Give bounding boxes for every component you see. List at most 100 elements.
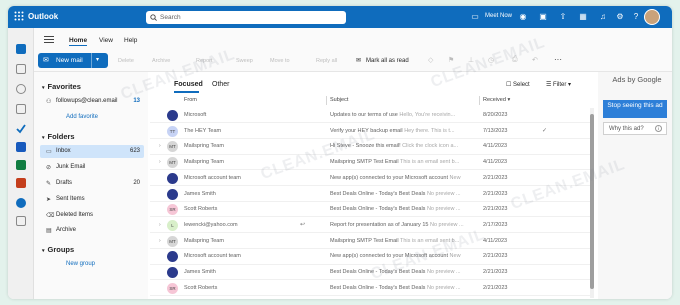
stop-seeing-ad-button[interactable]: Stop seeing this ad bbox=[603, 100, 667, 118]
message-subject: Best Deals Online - Today's Best Deals bbox=[330, 284, 426, 291]
column-subject[interactable]: Subject bbox=[330, 97, 348, 103]
folder-drafts[interactable]: ✎ Drafts 20 bbox=[40, 177, 144, 190]
tag-icon[interactable]: ◇ bbox=[428, 56, 433, 64]
gear-icon[interactable]: ⚙ bbox=[615, 12, 625, 22]
undo-icon[interactable]: ↶ bbox=[532, 56, 538, 64]
envelope-open-icon: ✉ bbox=[356, 58, 362, 64]
message-row[interactable]: › Llewencki@yahoo.com Report for presentat… bbox=[150, 218, 590, 234]
filter-button[interactable]: ☰ Filter ▾ bbox=[546, 81, 571, 88]
hamburger-icon[interactable] bbox=[44, 36, 54, 43]
trash-icon: ⌫ bbox=[46, 213, 55, 219]
user-avatar[interactable] bbox=[644, 9, 660, 25]
tab-home[interactable]: Home bbox=[69, 37, 88, 46]
reply-all-button[interactable]: Reply all bbox=[316, 58, 337, 64]
pin-icon[interactable]: ⊥ bbox=[468, 56, 474, 64]
select-button[interactable]: ☐ Select bbox=[506, 81, 530, 88]
folder-junk[interactable]: ⊘ Junk Email bbox=[40, 161, 144, 174]
calendar-icon[interactable]: ▦ bbox=[578, 12, 588, 22]
groups-header[interactable]: ▾ Groups bbox=[42, 245, 74, 254]
move-to-button[interactable]: Move to bbox=[270, 58, 290, 64]
expand-chevron-icon[interactable]: › bbox=[159, 143, 161, 149]
message-date: 4/11/2023 bbox=[483, 237, 508, 244]
print-icon[interactable]: ⎙ bbox=[512, 56, 518, 64]
avatar bbox=[167, 172, 178, 184]
teams-icon[interactable]: ◉ bbox=[518, 12, 528, 22]
excel-icon[interactable] bbox=[16, 160, 26, 170]
expand-chevron-icon[interactable]: › bbox=[159, 238, 161, 244]
favorite-item-followups[interactable]: ⚇ followups@clean.email 13 bbox=[40, 95, 144, 108]
folder-label: Sent Items bbox=[56, 196, 85, 202]
favorites-header[interactable]: ▾ Favorites bbox=[42, 82, 81, 91]
scrollbar-thumb[interactable] bbox=[590, 114, 594, 289]
report-button[interactable]: Report bbox=[196, 58, 213, 64]
message-row[interactable]: Microsoft account team New app(s) connect… bbox=[150, 171, 590, 187]
chevron-down-icon[interactable]: ▾ bbox=[96, 56, 99, 63]
video-icon[interactable]: ▭ bbox=[470, 12, 480, 22]
apps-icon[interactable] bbox=[16, 216, 26, 226]
share-icon[interactable]: ⇧ bbox=[558, 12, 568, 22]
new-mail-button[interactable]: ✉ New mail ▾ bbox=[38, 53, 108, 68]
delete-button[interactable]: Delete bbox=[118, 58, 134, 64]
more-icon[interactable]: ··· bbox=[554, 55, 562, 64]
expand-chevron-icon[interactable]: › bbox=[159, 159, 161, 165]
scrollbar[interactable] bbox=[590, 108, 594, 298]
word-rail-icon[interactable] bbox=[16, 142, 26, 152]
powerpoint-icon[interactable] bbox=[16, 178, 26, 188]
groups-icon[interactable] bbox=[16, 104, 26, 114]
word-icon[interactable]: ▣ bbox=[538, 12, 548, 22]
bell-icon[interactable]: ♫ bbox=[598, 12, 608, 22]
clock-icon[interactable]: ◷ bbox=[488, 56, 494, 64]
folders-header[interactable]: ▾ Folders bbox=[42, 132, 75, 141]
folder-sent[interactable]: ➤ Sent Items bbox=[40, 193, 144, 206]
tab-help[interactable]: Help bbox=[124, 37, 137, 44]
message-date: 4/11/2023 bbox=[483, 143, 508, 150]
add-favorite-link[interactable]: Add favorite bbox=[66, 114, 98, 120]
search-input[interactable]: Search bbox=[146, 11, 346, 24]
todo-icon[interactable] bbox=[16, 124, 26, 134]
message-row[interactable]: James Smith Best Deals Online - Today's B… bbox=[150, 265, 590, 281]
expand-chevron-icon[interactable]: › bbox=[159, 222, 161, 228]
column-from[interactable]: From bbox=[184, 97, 197, 103]
mark-all-read-button[interactable]: Mark all as read bbox=[366, 58, 409, 64]
message-subject: Best Deals Online - Today's Best Deals bbox=[330, 206, 426, 213]
sweep-button[interactable]: Sweep bbox=[236, 58, 253, 64]
message-row[interactable]: SR Scott Roberts Best Deals Online - Today… bbox=[150, 281, 590, 296]
message-row[interactable]: › MT Mailspring Team Mailspring SMTP Test E… bbox=[150, 155, 590, 171]
message-date: 2/21/2023 bbox=[483, 206, 508, 213]
message-row[interactable]: › MT Mailspring Team Hi Steve - Snooze this… bbox=[150, 139, 590, 155]
compose-icon: ✉ bbox=[43, 57, 49, 64]
message-row[interactable]: › MT Mailspring Team Mailspring SMTP Test E… bbox=[150, 234, 590, 249]
message-row[interactable]: Microsoft account team New app(s) connect… bbox=[150, 249, 590, 265]
people-icon[interactable] bbox=[16, 84, 26, 94]
message-preview: This is an email sent b... bbox=[400, 159, 460, 166]
why-this-ad-button[interactable]: Why this ad? i bbox=[603, 122, 667, 135]
column-received[interactable]: Received ▾ bbox=[483, 97, 510, 103]
message-preview: No preview ... bbox=[429, 221, 464, 228]
app-launcher-icon[interactable] bbox=[14, 11, 24, 21]
tab-view[interactable]: View bbox=[99, 37, 113, 44]
select-icon: ☐ bbox=[506, 82, 514, 88]
folder-deleted[interactable]: ⌫ Deleted Items bbox=[40, 209, 144, 222]
filter-icon: ☰ bbox=[546, 82, 554, 88]
avatar: TT bbox=[167, 125, 178, 137]
tab-focused[interactable]: Focused bbox=[174, 81, 203, 88]
message-row[interactable]: James Smith Best Deals Online - Today's B… bbox=[150, 187, 590, 202]
folder-inbox[interactable]: ▭ Inbox 623 bbox=[40, 145, 144, 158]
message-subject-line: Mailspring SMTP Test Email This is an em… bbox=[330, 238, 459, 244]
onedrive-icon[interactable] bbox=[16, 198, 26, 208]
flag-icon[interactable]: ⚑ bbox=[448, 56, 454, 64]
message-row[interactable]: Microsoft Updates to our terms of use Hel… bbox=[150, 108, 590, 124]
help-icon[interactable]: ? bbox=[631, 12, 641, 22]
new-mail-split bbox=[91, 53, 92, 68]
message-row[interactable]: TT The HEY Team Verify your HEY backup ema… bbox=[150, 124, 590, 139]
new-group-link[interactable]: New group bbox=[66, 261, 95, 267]
mail-icon[interactable] bbox=[16, 44, 26, 54]
tab-other[interactable]: Other bbox=[212, 81, 230, 88]
message-row[interactable]: SR Scott Roberts Best Deals Online - Today… bbox=[150, 202, 590, 218]
calendar-rail-icon[interactable] bbox=[16, 64, 26, 74]
folder-archive[interactable]: ▤ Archive bbox=[40, 224, 144, 237]
meet-now-button[interactable]: Meet Now bbox=[485, 13, 512, 19]
archive-button[interactable]: Archive bbox=[152, 58, 170, 64]
message-sender: James Smith bbox=[184, 269, 216, 275]
folder-pane: ▾ Favorites ⚇ followups@clean.email 13 Ad… bbox=[34, 72, 148, 299]
